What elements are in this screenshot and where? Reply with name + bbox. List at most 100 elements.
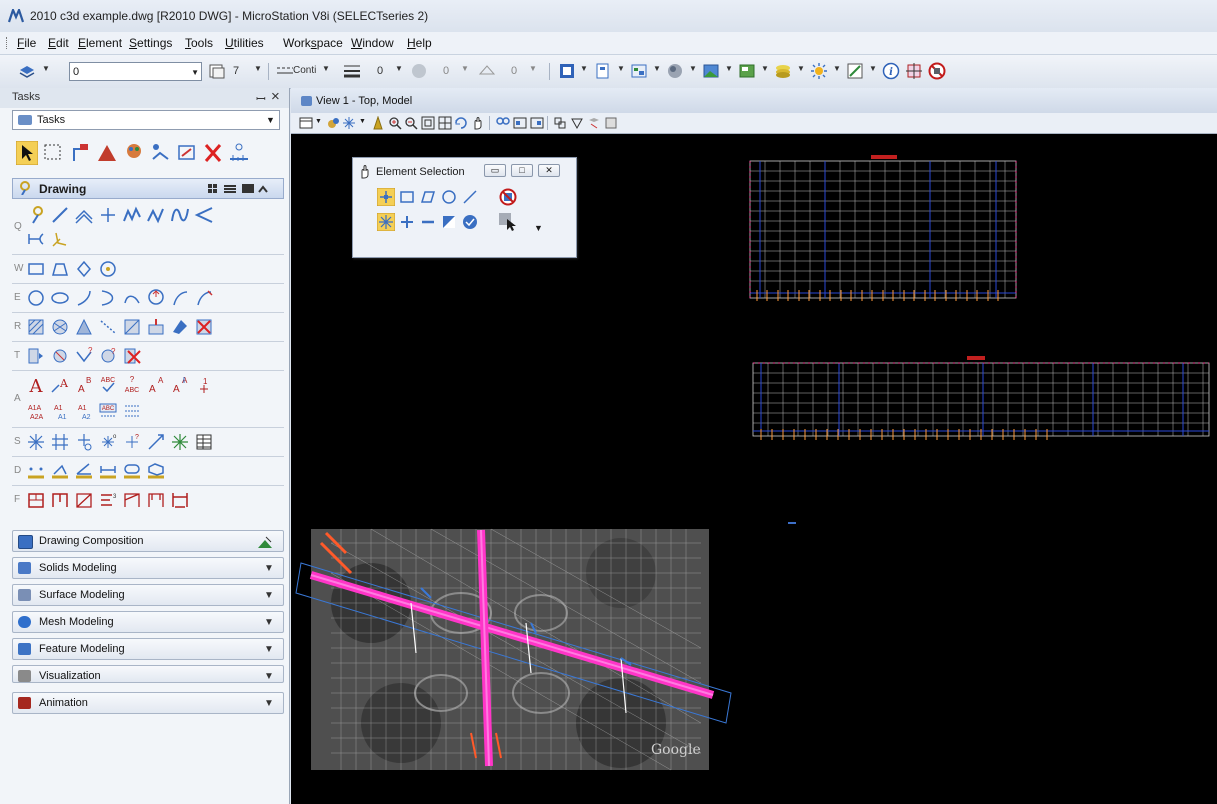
place-tag-icon[interactable] (26, 432, 46, 452)
pin-icon[interactable]: ꟷ (256, 90, 266, 107)
dimension-angle-location-icon[interactable] (146, 490, 166, 510)
chevron-down-icon[interactable]: ▼ (461, 64, 469, 73)
view-lighting-icon[interactable] (342, 116, 356, 130)
light-manager-icon[interactable] (810, 62, 828, 80)
delete-pattern-icon[interactable] (194, 317, 214, 337)
spell-checker-icon[interactable]: ABC (98, 375, 118, 395)
add-mode-icon[interactable] (398, 213, 416, 231)
transparency-icon[interactable] (410, 62, 428, 80)
place-block-icon[interactable] (26, 259, 46, 279)
priority-icon[interactable] (478, 62, 496, 80)
bspline-icon[interactable] (170, 205, 190, 225)
task-group-surface-modeling[interactable]: Surface Modeling ▼ (12, 584, 284, 606)
drop-cell-icon[interactable] (122, 346, 142, 366)
line-weight-icon[interactable] (343, 62, 361, 80)
measure-angle-icon[interactable] (74, 461, 94, 481)
view-previous-icon[interactable] (496, 116, 510, 130)
chevron-down-icon[interactable]: ▼ (322, 64, 330, 73)
fill-in-text-icon[interactable]: ABC (98, 401, 118, 421)
zoom-out-icon[interactable] (404, 116, 418, 130)
chevron-down-icon[interactable]: ▼ (254, 64, 262, 73)
render-icon[interactable] (846, 62, 864, 80)
copy-view-icon[interactable] (530, 116, 544, 130)
chevron-down-icon[interactable]: ▼ (833, 64, 841, 73)
line-method-icon[interactable] (461, 188, 479, 206)
place-half-ellipse-icon[interactable] (98, 288, 118, 308)
chevron-down-icon[interactable]: ▼ (264, 671, 274, 682)
text-editor-icon[interactable]: A1A2 (74, 401, 94, 421)
orthogonal-shape-icon[interactable] (74, 259, 94, 279)
task-group-mesh-modeling[interactable]: Mesh Modeling ▼ (12, 611, 284, 633)
menu-edit[interactable]: Edit (48, 36, 69, 50)
chevron-down-icon[interactable]: ▼ (264, 617, 274, 628)
measure-volume-icon[interactable] (146, 461, 166, 481)
show-pattern-attributes-icon[interactable] (122, 317, 142, 337)
task-group-visualization[interactable]: Visualization ▼ (12, 665, 284, 683)
element-selection-icon[interactable] (16, 141, 38, 165)
copy-increment-text-icon[interactable]: A1AA2A (26, 401, 46, 421)
menu-window[interactable]: Window (351, 36, 394, 50)
manipulate-icon[interactable] (70, 141, 92, 165)
chevron-down-icon[interactable]: ▼ (529, 64, 537, 73)
chevron-down-icon[interactable]: ▼ (315, 118, 322, 125)
modify-arc-radius-icon[interactable] (146, 288, 166, 308)
review-tag-icon[interactable] (74, 432, 94, 452)
trace-curve-icon[interactable] (50, 229, 70, 249)
point-curve-icon[interactable] (194, 205, 214, 225)
match-pattern-icon[interactable] (146, 317, 166, 337)
fit-view-icon[interactable] (438, 116, 452, 130)
place-smartline-icon[interactable] (26, 205, 46, 225)
measure-length-icon[interactable] (98, 461, 118, 481)
dimension-ordinate-icon[interactable]: 3 (98, 490, 118, 510)
pointer-icon[interactable] (499, 213, 517, 231)
chevron-down-icon[interactable]: ▼ (869, 64, 877, 73)
expand-task-icon[interactable] (257, 535, 273, 549)
task-group-animation[interactable]: Animation ▼ (12, 692, 284, 714)
clip-volume-icon[interactable] (553, 116, 567, 130)
chevron-down-icon[interactable]: ▼ (264, 590, 274, 601)
chevron-down-icon[interactable]: ▼ (653, 64, 661, 73)
level-display-icon[interactable] (774, 62, 792, 80)
delete-element-icon[interactable] (202, 141, 224, 165)
measure-area-icon[interactable] (122, 461, 142, 481)
models-icon[interactable] (594, 62, 612, 80)
clear-selection-icon[interactable] (499, 188, 517, 206)
dimension-angle-icon[interactable] (74, 490, 94, 510)
change-attributes-icon[interactable] (123, 141, 145, 165)
chevron-down-icon[interactable]: ▼ (264, 644, 274, 655)
identify-cell-icon[interactable]: ? (74, 346, 94, 366)
shape-method-icon[interactable] (419, 188, 437, 206)
line-style-icon[interactable] (276, 62, 294, 80)
raster-manager-icon[interactable] (666, 62, 684, 80)
menu-tools[interactable]: Tools (185, 36, 213, 50)
place-shape-icon[interactable] (50, 259, 70, 279)
close-icon[interactable]: × (271, 88, 280, 105)
chevron-down-icon[interactable]: ▼ (617, 64, 625, 73)
display-style-icon[interactable] (326, 116, 340, 130)
measure-icon[interactable] (228, 141, 250, 165)
chevron-down-icon[interactable]: ▼ (42, 64, 50, 73)
update-view-icon[interactable] (371, 116, 385, 130)
match-text-attributes-icon[interactable]: AA (146, 375, 166, 395)
place-regular-polygon-icon[interactable] (98, 259, 118, 279)
drawing-scale-icon[interactable] (176, 141, 198, 165)
task-group-drawing-composition[interactable]: Drawing Composition (12, 530, 284, 552)
place-curve-icon[interactable] (146, 205, 166, 225)
pattern-area-icon[interactable] (74, 317, 94, 337)
info-icon[interactable]: i (882, 62, 900, 80)
linear-pattern-icon[interactable] (98, 317, 118, 337)
photo-icon[interactable] (702, 62, 720, 80)
active-level-icon[interactable] (18, 62, 36, 80)
accudraw-icon[interactable] (905, 62, 923, 80)
dimension-element-icon[interactable] (26, 490, 46, 510)
measure-distance-icon[interactable] (26, 461, 46, 481)
change-tag-icon[interactable]: o (98, 432, 118, 452)
drawing-task-header[interactable]: Drawing (12, 178, 284, 199)
fence-icon[interactable] (42, 141, 64, 165)
menu-settings[interactable]: Settings (129, 36, 172, 50)
tag-table-icon[interactable] (194, 432, 214, 452)
modify-icon[interactable] (96, 141, 118, 165)
individual-method-icon[interactable] (377, 188, 395, 206)
place-circle-icon[interactable] (26, 288, 46, 308)
view-toggles-icon[interactable] (587, 116, 601, 130)
